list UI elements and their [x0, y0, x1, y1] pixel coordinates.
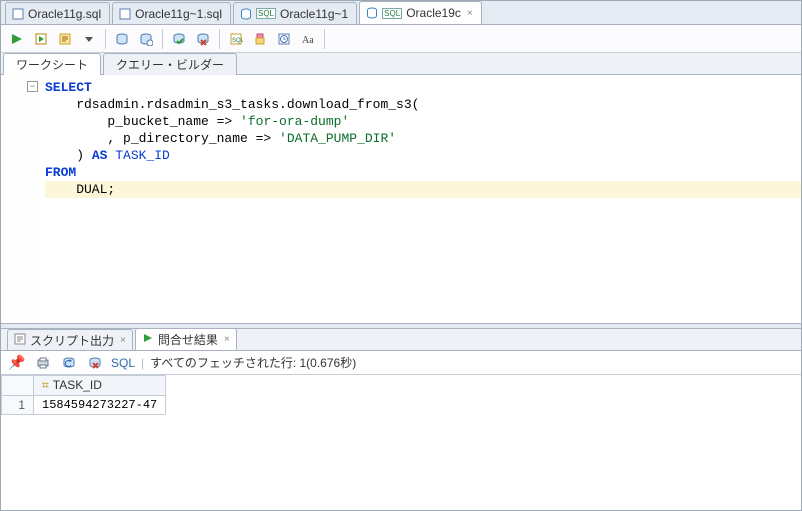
- grid-column-header[interactable]: ⌗ TASK_ID: [34, 376, 166, 396]
- close-icon[interactable]: ×: [467, 8, 473, 19]
- svg-text:SQL: SQL: [232, 38, 243, 44]
- clear-button[interactable]: [250, 29, 270, 49]
- autotrace-button[interactable]: [112, 29, 132, 49]
- file-tab-oracle19c[interactable]: SQL Oracle19c ×: [359, 1, 482, 24]
- sql-keyword: AS: [92, 148, 108, 163]
- file-icon: [119, 8, 131, 20]
- sql-text: p_bucket_name =>: [45, 114, 240, 129]
- task-id-cell: 1584594273227-47: [34, 396, 166, 415]
- subtab-worksheet[interactable]: ワークシート: [3, 53, 101, 75]
- close-icon[interactable]: ×: [120, 335, 126, 346]
- grid-corner-cell: [2, 376, 34, 396]
- file-tab-label: Oracle11g.sql: [28, 7, 101, 21]
- pin-icon: 📌: [8, 354, 25, 371]
- worksheet-toolbar: SQL Aa: [1, 25, 801, 53]
- delete-result-button[interactable]: [85, 353, 105, 373]
- table-row[interactable]: 11584594273227-47: [2, 396, 166, 415]
- toolbar-separator: [324, 29, 325, 49]
- column-label: TASK_ID: [53, 378, 102, 392]
- sql-keyword: FROM: [45, 165, 76, 180]
- subtab-label: ワークシート: [16, 58, 88, 72]
- rollback-button[interactable]: [193, 29, 213, 49]
- script-output-icon: [14, 333, 26, 348]
- sql-string: 'DATA_PUMP_DIR': [279, 131, 396, 146]
- sql-badge-icon: SQL: [382, 8, 402, 19]
- result-tab-script-output[interactable]: スクリプト出力 ×: [7, 329, 133, 350]
- uppercase-button[interactable]: Aa: [298, 29, 318, 49]
- explain-plan-button[interactable]: [55, 29, 75, 49]
- print-button[interactable]: [33, 353, 53, 373]
- subtab-query-builder[interactable]: クエリー・ビルダー: [103, 53, 237, 75]
- result-tab-query-result[interactable]: 問合せ結果 ×: [135, 328, 237, 350]
- dropdown-icon[interactable]: [79, 29, 99, 49]
- sql-badge-icon: SQL: [256, 8, 276, 19]
- file-icon: [12, 8, 24, 20]
- worksheet-subtab-bar: ワークシート クエリー・ビルダー: [1, 53, 801, 75]
- close-icon[interactable]: ×: [224, 334, 230, 345]
- result-area: スクリプト出力 × 問合せ結果 × 📌 SQL | すべてのフェッチされた行: …: [1, 329, 801, 507]
- toolbar-separator: [105, 29, 106, 49]
- query-result-icon: [142, 332, 154, 347]
- unshared-sql-button[interactable]: SQL: [226, 29, 246, 49]
- file-tab-bar: Oracle11g.sql Oracle11g~1.sql SQL Oracle…: [1, 1, 801, 25]
- sql-keyword: SELECT: [45, 80, 92, 95]
- toolbar-separator: [219, 29, 220, 49]
- result-tab-label: 問合せ結果: [158, 331, 218, 348]
- db-icon: [240, 8, 252, 20]
- run-script-button[interactable]: [31, 29, 51, 49]
- sql-tuning-button[interactable]: [136, 29, 156, 49]
- subtab-label: クエリー・ビルダー: [116, 58, 224, 72]
- sql-text: rdsadmin.rdsadmin_s3_tasks.download_from…: [45, 97, 419, 112]
- result-grid[interactable]: ⌗ TASK_ID 11584594273227-47: [1, 375, 801, 507]
- sql-link[interactable]: SQL: [111, 356, 135, 370]
- result-tab-bar: スクリプト出力 × 問合せ結果 ×: [1, 329, 801, 351]
- sql-editor[interactable]: − SELECT rdsadmin.rdsadmin_s3_tasks.down…: [1, 75, 801, 323]
- sql-string: 'for-ora-dump': [240, 114, 349, 129]
- grid-header-row: ⌗ TASK_ID: [2, 376, 166, 396]
- result-toolbar: 📌 SQL | すべてのフェッチされた行: 1(0.676秒): [1, 351, 801, 375]
- refresh-button[interactable]: [59, 353, 79, 373]
- editor-gutter: −: [1, 75, 41, 323]
- file-tab-label: Oracle11g~1.sql: [135, 7, 222, 21]
- toolbar-separator: [162, 29, 163, 49]
- file-tab-oracle11g-sql[interactable]: Oracle11g.sql: [5, 2, 110, 24]
- file-tab-label: Oracle11g~1: [280, 7, 348, 21]
- svg-text:Aa: Aa: [302, 35, 314, 46]
- file-tab-oracle11g1-sql[interactable]: Oracle11g~1.sql: [112, 2, 231, 24]
- row-number-cell: 1: [2, 396, 34, 415]
- sql-text: , p_directory_name =>: [45, 131, 279, 146]
- result-tab-label: スクリプト出力: [30, 332, 114, 349]
- commit-button[interactable]: [169, 29, 189, 49]
- pin-button[interactable]: 📌: [7, 353, 27, 373]
- sql-text: DUAL;: [45, 182, 115, 197]
- file-tab-oracle11g-conn1[interactable]: SQL Oracle11g~1: [233, 2, 357, 24]
- sql-history-button[interactable]: [274, 29, 294, 49]
- sql-code-area[interactable]: SELECT rdsadmin.rdsadmin_s3_tasks.downlo…: [41, 75, 801, 323]
- fetch-status-text: すべてのフェッチされた行: 1(0.676秒): [150, 354, 356, 371]
- db-icon: [366, 7, 378, 19]
- file-tab-label: Oracle19c: [406, 6, 461, 20]
- run-statement-button[interactable]: [7, 29, 27, 49]
- fold-toggle-icon[interactable]: −: [27, 81, 38, 92]
- sql-identifier: TASK_ID: [107, 148, 169, 163]
- sql-text: ): [45, 148, 92, 163]
- column-icon: ⌗: [42, 378, 49, 392]
